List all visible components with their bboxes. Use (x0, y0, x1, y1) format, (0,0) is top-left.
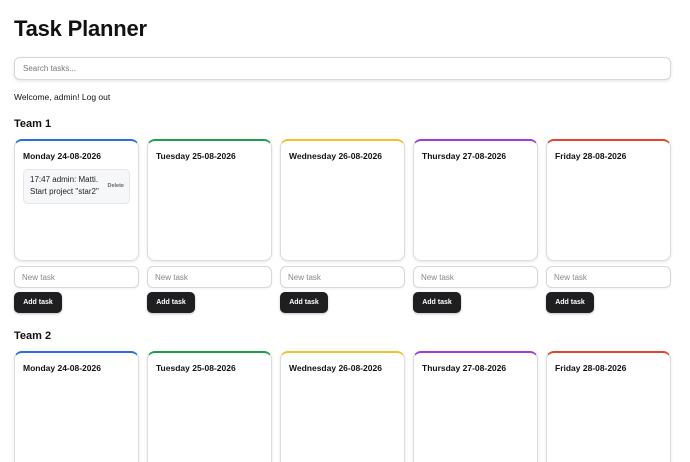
day-title: Wednesday 26-08-2026 (289, 151, 382, 161)
day-title: Thursday 27-08-2026 (422, 363, 507, 373)
task-text: 17:47 admin: Matti. Start project "star2… (30, 175, 99, 196)
add-task-button-friday[interactable]: Add task (546, 292, 594, 313)
day-title: Friday 28-08-2026 (555, 363, 627, 373)
team-title: Team 1 (14, 118, 52, 130)
add-task-button-thursday[interactable]: Add task (413, 292, 461, 313)
delete-task-button[interactable]: Delete (107, 183, 124, 189)
day-title: Friday 28-08-2026 (555, 151, 627, 161)
day-card-wednesday: Wednesday 26-08-2026 (280, 139, 405, 261)
day-title: Tuesday 25-08-2026 (156, 151, 236, 161)
day-card-thursday: Thursday 27-08-2026 (413, 351, 538, 462)
welcome-text: Welcome, admin! (14, 92, 80, 102)
day-card-friday: Friday 28-08-2026 (546, 351, 671, 462)
day-card-monday: Monday 24-08-2026 (14, 351, 139, 462)
day-card-friday: Friday 28-08-2026 (546, 139, 671, 261)
welcome-bar: Welcome, admin! Log out (14, 92, 110, 102)
day-title: Tuesday 25-08-2026 (156, 363, 236, 373)
task-item: 17:47 admin: Matti. Start project "star2… (23, 169, 130, 204)
add-task-button-tuesday[interactable]: Add task (147, 292, 195, 313)
logout-link[interactable]: Log out (82, 92, 110, 102)
day-card-thursday: Thursday 27-08-2026 (413, 139, 538, 261)
day-card-wednesday: Wednesday 26-08-2026 (280, 351, 405, 462)
new-task-input-wednesday[interactable] (280, 266, 405, 288)
day-card-monday: Monday 24-08-2026 17:47 admin: Matti. St… (14, 139, 139, 261)
page-title: Task Planner (14, 16, 147, 41)
add-task-button-wednesday[interactable]: Add task (280, 292, 328, 313)
new-task-input-friday[interactable] (546, 266, 671, 288)
day-title: Monday 24-08-2026 (23, 363, 101, 373)
day-title: Monday 24-08-2026 (23, 151, 101, 161)
day-title: Thursday 27-08-2026 (422, 151, 507, 161)
team-title: Team 2 (14, 330, 52, 342)
new-task-input-monday[interactable] (14, 266, 139, 288)
add-task-button-monday[interactable]: Add task (14, 292, 62, 313)
new-task-input-tuesday[interactable] (147, 266, 272, 288)
search-input[interactable] (14, 57, 671, 80)
day-title: Wednesday 26-08-2026 (289, 363, 382, 373)
day-card-tuesday: Tuesday 25-08-2026 (147, 139, 272, 261)
day-card-tuesday: Tuesday 25-08-2026 (147, 351, 272, 462)
new-task-input-thursday[interactable] (413, 266, 538, 288)
